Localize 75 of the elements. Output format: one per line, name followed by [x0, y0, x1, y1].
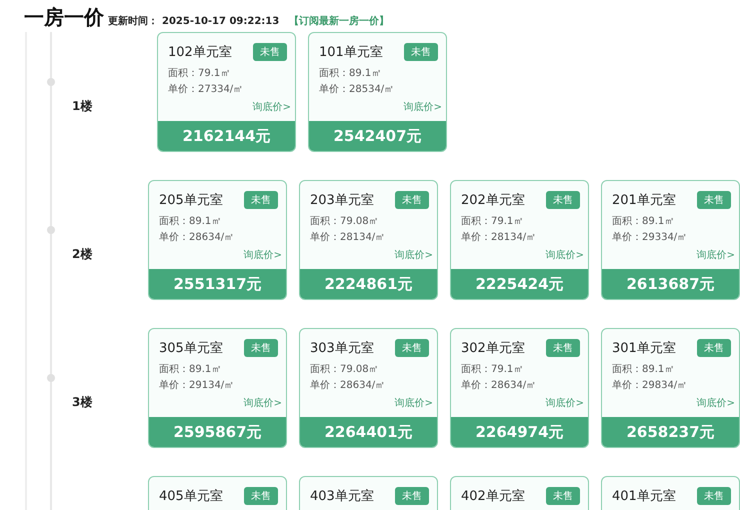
- unit-name: 303单元室: [310, 340, 374, 357]
- area-text: 面积：79.1㎡: [460, 363, 524, 377]
- unit-name: 202单元室: [461, 192, 525, 209]
- total-price: 2658237元: [602, 417, 739, 447]
- inquiry-link[interactable]: 询底价>: [394, 248, 433, 262]
- unit-price-text: 单价：28634/㎡: [460, 378, 538, 393]
- total-price: 2613687元: [602, 269, 739, 299]
- inquiry-link[interactable]: 询底价>: [546, 248, 584, 262]
- floor-label: 1楼: [72, 98, 92, 114]
- unit-price-text: 单价：29834/㎡: [611, 378, 688, 393]
- unit-price-text: 单价：29134/㎡: [158, 378, 236, 393]
- status-badge: 未售: [697, 191, 731, 209]
- update-time: 2025-10-17 09:22:13: [162, 16, 280, 27]
- area-text: 面积：89.1㎡: [158, 215, 222, 229]
- status-badge: 未售: [546, 191, 580, 209]
- unit-name: 403单元室: [310, 488, 374, 505]
- status-badge: 未售: [697, 487, 731, 505]
- area-text: 面积：89.1㎡: [611, 215, 676, 229]
- status-badge: 未售: [546, 487, 580, 505]
- status-badge: 未售: [697, 339, 731, 357]
- status-badge: 未售: [404, 43, 438, 61]
- unit-name: 201单元室: [612, 192, 676, 209]
- status-badge: 未售: [244, 191, 278, 209]
- total-price: 2551317元: [149, 269, 286, 299]
- area-text: 面积：89.1㎡: [611, 363, 676, 377]
- unit-price-text: 单价：28634/㎡: [158, 230, 236, 245]
- floor-label: 3楼: [72, 394, 92, 410]
- unit-name: 402单元室: [461, 488, 525, 505]
- area-text: 面积：79.08㎡: [309, 215, 380, 229]
- floor-label: 2楼: [72, 246, 92, 262]
- unit-name: 301单元室: [612, 340, 676, 357]
- status-badge: 未售: [395, 339, 429, 357]
- inquiry-link[interactable]: 询底价>: [244, 396, 282, 410]
- unit-name: 101单元室: [319, 44, 383, 61]
- area-text: 面积：79.1㎡: [167, 67, 232, 81]
- status-badge: 未售: [395, 191, 429, 209]
- status-badge: 未售: [244, 339, 278, 357]
- subscribe-link[interactable]: 【订阅最新一房一价】: [289, 14, 390, 28]
- inquiry-link[interactable]: 询底价>: [696, 396, 735, 410]
- total-price: 2264401元: [300, 417, 437, 447]
- area-text: 面积：79.08㎡: [309, 363, 380, 377]
- total-price: 2162144元: [158, 121, 295, 151]
- area-text: 面积：79.1㎡: [460, 215, 524, 229]
- total-price: 2542407元: [309, 121, 446, 151]
- unit-price-text: 单价：27334/㎡: [167, 82, 244, 97]
- unit-name: 302单元室: [461, 340, 525, 357]
- status-badge: 未售: [546, 339, 580, 357]
- unit-price-text: 单价：28134/㎡: [460, 230, 538, 245]
- inquiry-link[interactable]: 询底价>: [696, 248, 735, 262]
- area-text: 面积：89.1㎡: [158, 363, 222, 377]
- inquiry-link[interactable]: 询底价>: [404, 100, 442, 114]
- page-title: 一房一价: [24, 4, 104, 31]
- unit-name: 205单元室: [159, 192, 223, 209]
- unit-price-text: 单价：28134/㎡: [309, 230, 386, 245]
- unit-name: 102单元室: [168, 44, 232, 61]
- unit-name: 203单元室: [310, 192, 374, 209]
- update-time-label: 更新时间：: [108, 14, 158, 28]
- unit-price-text: 单价：28634/㎡: [309, 378, 386, 393]
- inquiry-link[interactable]: 询底价>: [252, 100, 291, 114]
- status-badge: 未售: [253, 43, 287, 61]
- unit-name: 405单元室: [159, 488, 223, 505]
- status-badge: 未售: [395, 487, 429, 505]
- unit-name: 305单元室: [159, 340, 223, 357]
- total-price: 2264974元: [451, 417, 588, 447]
- unit-price-text: 单价：28534/㎡: [318, 82, 396, 97]
- inquiry-link[interactable]: 询底价>: [394, 396, 433, 410]
- area-text: 面积：89.1㎡: [318, 67, 382, 81]
- status-badge: 未售: [244, 487, 278, 505]
- unit-price-text: 单价：29334/㎡: [611, 230, 688, 245]
- inquiry-link[interactable]: 询底价>: [546, 396, 584, 410]
- inquiry-link[interactable]: 询底价>: [244, 248, 282, 262]
- total-price: 2224861元: [300, 269, 437, 299]
- total-price: 2225424元: [451, 269, 588, 299]
- total-price: 2595867元: [149, 417, 286, 447]
- unit-name: 401单元室: [612, 488, 676, 505]
